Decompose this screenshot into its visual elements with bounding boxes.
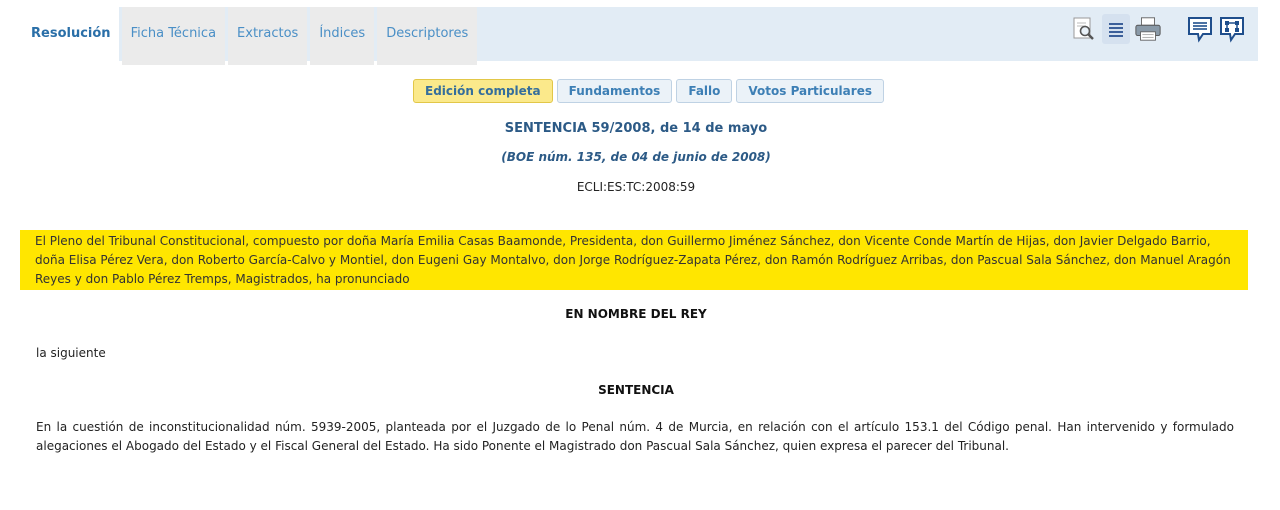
- tab-ficha-tecnica[interactable]: Ficha Técnica: [121, 7, 226, 65]
- list-view-icon[interactable]: [1102, 14, 1130, 44]
- top-navigation-bar: Resolución Ficha Técnica Extractos Índic…: [18, 7, 1258, 65]
- heading-en-nombre-del-rey: EN NOMBRE DEL REY: [565, 307, 707, 321]
- print-icon[interactable]: [1134, 14, 1162, 44]
- comment-icon[interactable]: [1186, 14, 1214, 44]
- subtab-edicion-completa[interactable]: Edición completa: [413, 79, 553, 103]
- subtab-votos-particulares[interactable]: Votos Particulares: [736, 79, 884, 103]
- intro-paragraph: En la cuestión de inconstitucionalidad n…: [36, 420, 1234, 453]
- tab-descriptores[interactable]: Descriptores: [377, 7, 478, 65]
- boe-reference: (BOE núm. 135, de 04 de junio de 2008): [501, 150, 771, 164]
- la-siguiente-text: la siguiente: [36, 346, 106, 360]
- composition-text: El Pleno del Tribunal Constitucional, co…: [35, 234, 1231, 286]
- tab-list: Resolución Ficha Técnica Extractos Índic…: [18, 7, 480, 65]
- toolbar: [1066, 12, 1246, 46]
- search-document-icon[interactable]: [1070, 14, 1098, 44]
- subtab-fundamentos[interactable]: Fundamentos: [556, 79, 673, 103]
- document-title: SENTENCIA 59/2008, de 14 de mayo: [504, 121, 768, 136]
- ecli-identifier: ECLI:ES:TC:2008:59: [576, 180, 696, 194]
- tab-resolucion[interactable]: Resolución: [18, 7, 119, 65]
- tab-extractos[interactable]: Extractos: [228, 7, 308, 65]
- tab-indices[interactable]: Índices: [310, 7, 375, 65]
- section-filter: Edición completa Fundamentos Fallo Votos…: [413, 79, 888, 103]
- subtab-fallo[interactable]: Fallo: [676, 79, 733, 103]
- diagram-icon[interactable]: [1218, 14, 1246, 44]
- heading-sentencia: SENTENCIA: [598, 383, 674, 397]
- highlighted-composition: El Pleno del Tribunal Constitucional, co…: [20, 230, 1248, 290]
